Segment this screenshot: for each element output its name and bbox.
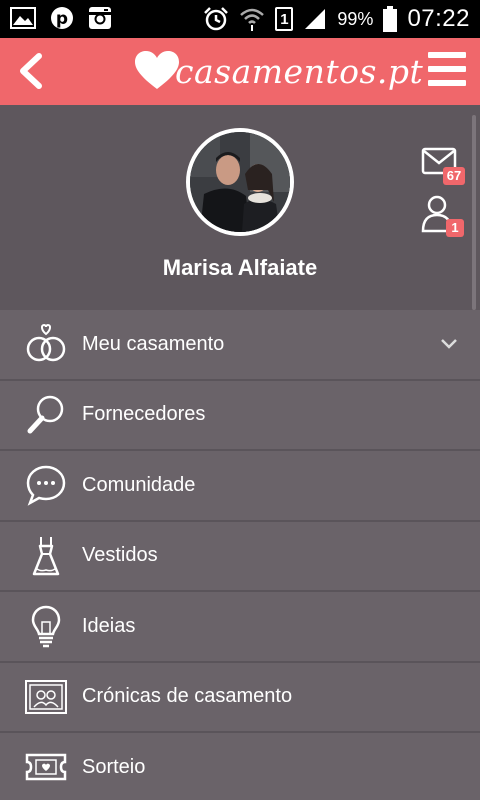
menu-item-vestidos[interactable]: Vestidos [0,521,480,592]
menu-line-icon [428,80,466,86]
menu-item-label: Ideias [82,614,136,637]
scrollbar[interactable] [472,115,476,310]
alarm-icon [204,7,229,31]
app-bar: casamentos.pt [0,38,480,105]
avatar[interactable] [186,128,294,236]
menu-item-label: Meu casamento [82,332,225,355]
chevron-down-icon[interactable] [440,338,458,350]
back-button[interactable] [10,49,50,93]
menu-item-label: Crónicas de casamento [82,685,293,708]
pinterest-icon: p [51,7,73,29]
chat-bubble-icon [26,465,66,506]
friend-requests-button[interactable]: 1 [420,193,466,241]
menu-item-cronicas[interactable]: Crónicas de casamento [0,662,480,733]
gallery-icon [10,7,36,29]
menu-line-icon [428,52,466,58]
clock: 07:22 [407,5,470,32]
hamburger-menu-button[interactable] [428,52,466,86]
photo-album-icon [25,679,67,714]
drawer-profile-header: Marisa Alfaiate 67 1 [0,105,480,310]
user-name: Marisa Alfaiate [162,255,318,280]
sim-slot-number: 1 [280,10,289,28]
ticket-icon [25,754,67,781]
avatar-photo [190,132,290,232]
menu-item-comunidade[interactable]: Comunidade [0,451,480,522]
instagram-icon [89,7,111,29]
svg-text:p: p [56,9,68,29]
dress-icon [32,536,60,575]
menu-item-sorteio[interactable]: Sorteio [0,733,480,800]
drawer-menu: Meu casamento Fornecedores Comunidade Ve… [0,310,480,800]
messages-button[interactable]: 67 [421,145,467,189]
status-bar: p 1 99% 07:22 [0,0,480,38]
logo-text: casamentos.pt [175,51,424,91]
rings-icon [26,324,66,362]
heart-logo-icon [135,51,179,89]
messages-badge: 67 [443,167,465,185]
friend-requests-badge: 1 [446,219,464,237]
menu-item-fornecedores[interactable]: Fornecedores [0,380,480,451]
menu-item-meu-casamento[interactable]: Meu casamento [0,310,480,381]
menu-item-label: Comunidade [82,473,196,496]
wifi-icon [240,8,265,31]
battery-percent: 99% [337,8,374,29]
lightbulb-icon [31,605,61,648]
sim-indicator: 1 [275,7,294,31]
menu-item-label: Fornecedores [82,403,206,426]
menu-item-label: Vestidos [82,544,158,567]
signal-icon [305,9,326,29]
menu-item-ideias[interactable]: Ideias [0,592,480,663]
menu-item-label: Sorteio [82,755,146,778]
menu-line-icon [428,66,466,72]
app-logo: casamentos.pt [135,44,423,98]
magnifier-icon [27,395,64,434]
battery-icon [383,6,398,32]
chevron-left-icon [20,53,42,89]
